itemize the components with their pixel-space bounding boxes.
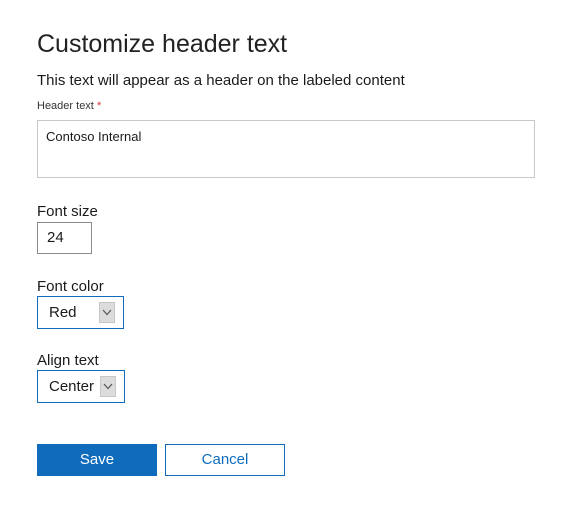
chevron-down-icon[interactable]	[99, 302, 115, 323]
header-text-label: Header text *	[37, 98, 101, 114]
required-asterisk: *	[96, 100, 102, 112]
font-color-label: Font color	[37, 278, 104, 295]
header-text-label-text: Header text	[37, 100, 94, 112]
header-text-input[interactable]: Contoso Internal	[37, 120, 535, 178]
page-subtitle: This text will appear as a header on the…	[37, 72, 405, 89]
align-text-label: Align text	[37, 352, 99, 369]
cancel-button[interactable]: Cancel	[165, 444, 285, 476]
chevron-down-icon[interactable]	[100, 376, 116, 397]
save-button[interactable]: Save	[37, 444, 157, 476]
font-size-input[interactable]: 24	[37, 222, 92, 254]
font-size-value: 24	[47, 229, 64, 246]
align-text-select[interactable]: Center	[37, 370, 125, 403]
align-text-selected: Center	[49, 378, 95, 395]
font-color-select[interactable]: Red	[37, 296, 124, 329]
page-title: Customize header text	[37, 30, 288, 58]
font-color-selected: Red	[49, 304, 77, 321]
header-text-value: Contoso Internal	[46, 129, 142, 144]
font-size-label: Font size	[37, 203, 98, 220]
